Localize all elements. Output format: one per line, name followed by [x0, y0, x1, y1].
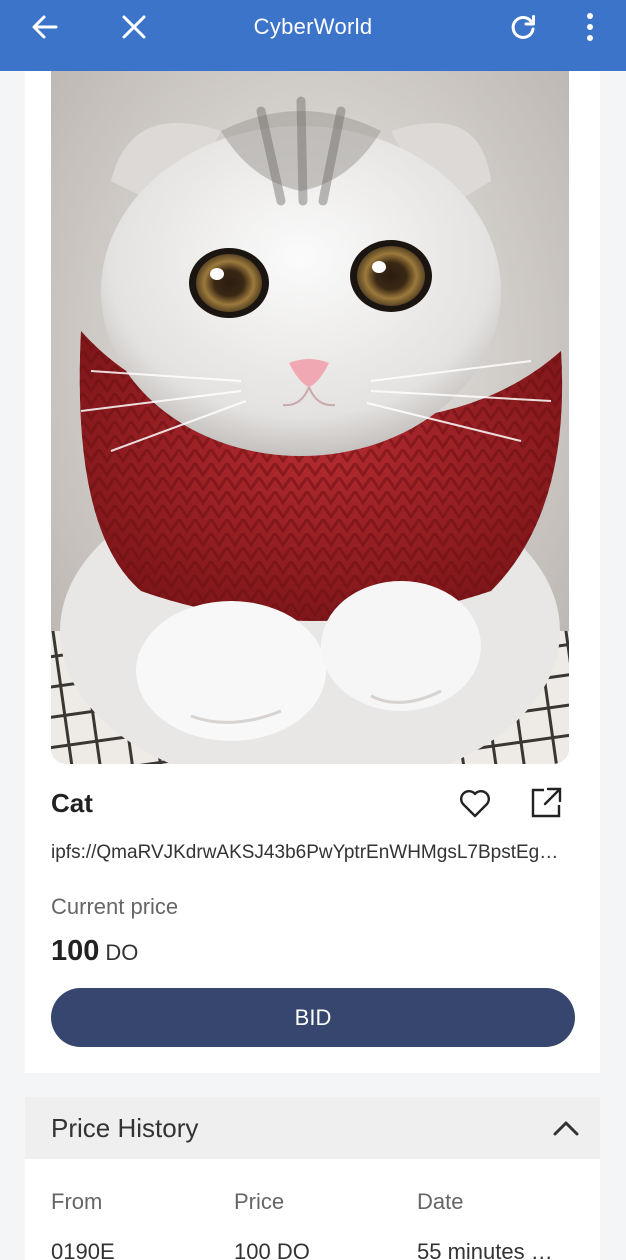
- price-history-title: Price History: [51, 1113, 199, 1143]
- row-from[interactable]: 0190E: [51, 1239, 115, 1260]
- refresh-button[interactable]: [497, 8, 549, 46]
- price-history-panel: Price History From Price Date 0190E 100 …: [25, 1097, 600, 1260]
- column-price: Price: [234, 1189, 285, 1214]
- app-bar: CyberWorld: [0, 0, 626, 71]
- column-date: Date: [417, 1189, 464, 1214]
- current-price-label: Current price: [51, 894, 179, 919]
- bid-button[interactable]: BID: [51, 988, 575, 1047]
- refresh-icon: [511, 15, 535, 39]
- chevron-up-icon: [553, 1121, 579, 1136]
- column-from: From: [51, 1189, 103, 1214]
- share-button[interactable]: [528, 785, 564, 821]
- heart-icon: [460, 790, 490, 818]
- external-link-icon: [531, 787, 562, 818]
- row-date: 55 minutes …: [417, 1239, 553, 1260]
- more-vert-icon: [587, 13, 593, 41]
- price-history-header[interactable]: Price History: [25, 1097, 600, 1159]
- more-menu-button[interactable]: [564, 8, 616, 46]
- nft-detail-card: Cat ipfs://QmaRVJKdrwAKSJ43b6PwYptrEnWHM…: [25, 71, 600, 1073]
- favorite-button[interactable]: [457, 785, 493, 821]
- price-unit: DO: [105, 940, 139, 965]
- nft-image[interactable]: [51, 71, 569, 764]
- current-price: 100 DO: [51, 935, 138, 968]
- row-price: 100 DO: [234, 1239, 310, 1260]
- price-amount: 100: [51, 935, 100, 967]
- ipfs-link[interactable]: ipfs://QmaRVJKdrwAKSJ43b6PwYptrEnWHMgsL7…: [51, 842, 571, 864]
- nft-name: Cat: [51, 788, 93, 818]
